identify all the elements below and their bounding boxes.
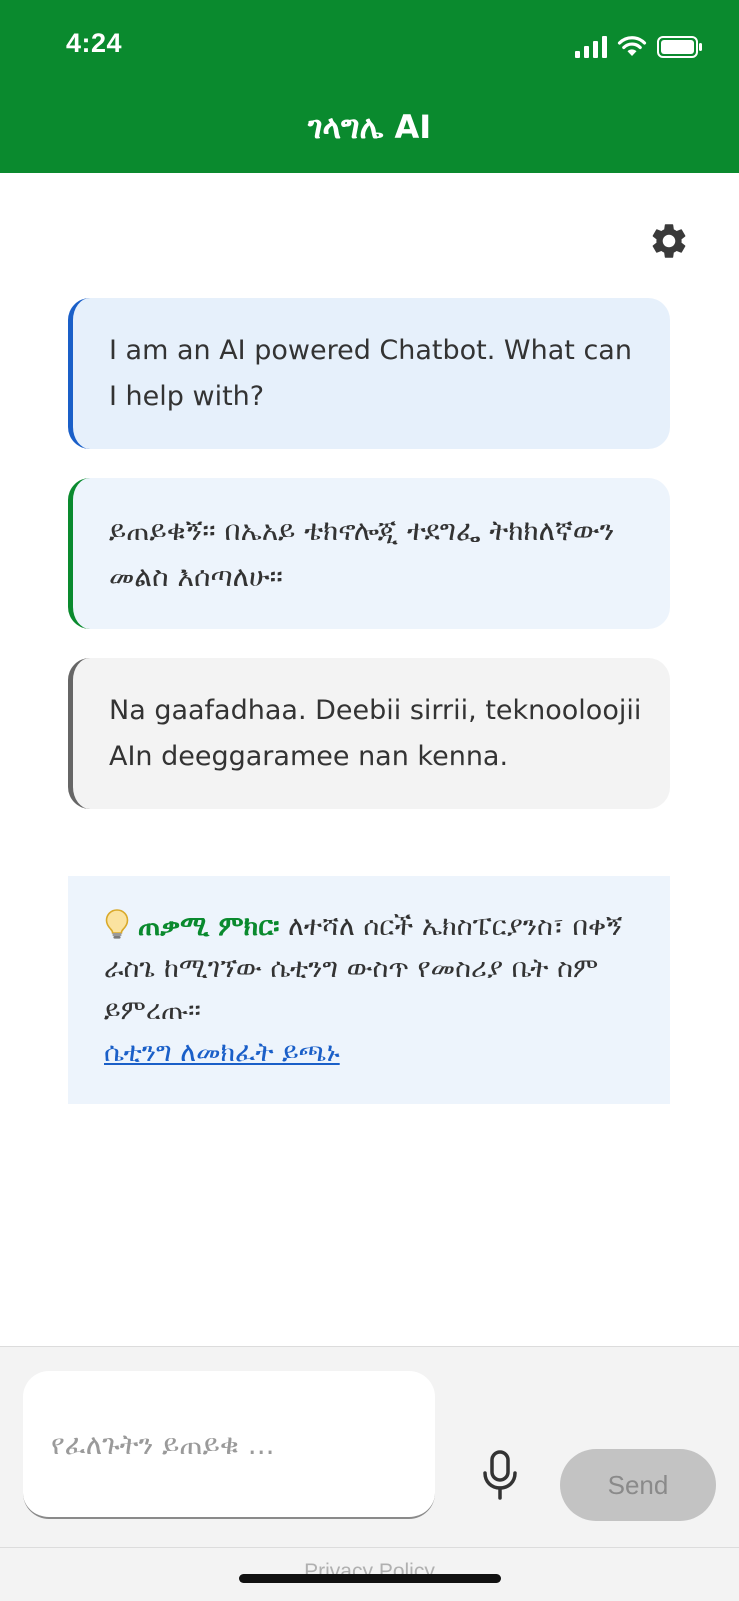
- status-icons: [575, 32, 703, 62]
- open-settings-link[interactable]: ሴቲንግ ለመክፈት ይጫኑ: [104, 1037, 340, 1068]
- lightbulb-icon: [105, 909, 129, 939]
- message-input-container: [23, 1371, 435, 1519]
- chat-bubble-amharic: ይጠይቁኝ፡፡ በኤአይ ቴክኖሎጂ ተደግፌ ትክክለኛውን መልስ እሰጣለ…: [68, 478, 670, 629]
- chat-message-text: Na gaafadhaa. Deebii sirrii, teknoolooji…: [109, 695, 642, 772]
- tip-box: ጠቃሚ ምክር፡ ለተሻለ ሰርች ኤክስፔርያንስ፣ በቀኝ ራስጌ ከሚገኘ…: [68, 876, 670, 1104]
- app-header: 4:24 ገላግሌ AI: [0, 0, 739, 173]
- send-button[interactable]: Send: [560, 1449, 716, 1521]
- chat-bubble-english: I am an AI powered Chatbot. What can I h…: [68, 298, 670, 449]
- chat-message-text: ይጠይቁኝ፡፡ በኤአይ ቴክኖሎጂ ተደግፌ ትክክለኛውን መልስ እሰጣለ…: [109, 514, 615, 593]
- chat-message-text: I am an AI powered Chatbot. What can I h…: [109, 335, 632, 412]
- chat-bubble-oromo: Na gaafadhaa. Deebii sirrii, teknoolooji…: [68, 658, 670, 809]
- status-time: 4:24: [66, 28, 123, 58]
- cellular-signal-icon: [575, 36, 607, 58]
- battery-icon: [657, 36, 702, 58]
- settings-button[interactable]: [648, 220, 690, 262]
- home-indicator: [239, 1574, 501, 1583]
- gear-icon: [652, 224, 686, 258]
- message-input[interactable]: [49, 1426, 409, 1462]
- microphone-button[interactable]: [480, 1449, 520, 1501]
- microphone-icon: [483, 1450, 517, 1500]
- wifi-icon: [617, 36, 647, 56]
- app-title: ገላግሌ AI: [307, 108, 432, 146]
- tip-label: ጠቃሚ ምክር፡: [138, 911, 280, 942]
- footer-divider: [0, 1547, 739, 1548]
